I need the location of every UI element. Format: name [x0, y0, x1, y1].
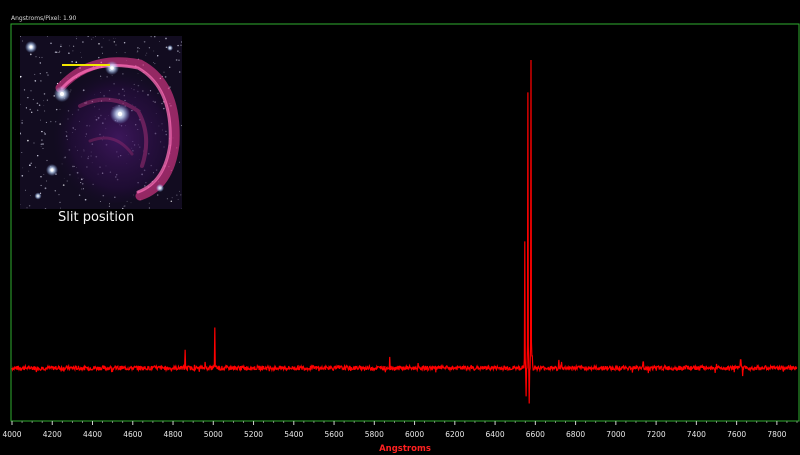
x-tick-label: 5000: [204, 430, 223, 439]
x-tick-label: 4600: [123, 430, 142, 439]
x-tick-label: 7000: [606, 430, 625, 439]
x-tick-label: 6800: [566, 430, 585, 439]
nebula-image: [20, 36, 182, 209]
x-axis: 4000 4200 4400 4600 4800 5000 5200 5400 5600 5800…: [2, 421, 798, 439]
x-tick-label: 5400: [284, 430, 303, 439]
x-axis-title: Angstroms: [379, 444, 431, 454]
x-tick-label: 6600: [526, 430, 545, 439]
x-tick-label: 6000: [405, 430, 424, 439]
x-tick-label: 7400: [687, 430, 706, 439]
x-tick-label: 7200: [647, 430, 666, 439]
x-tick-label: 5200: [244, 430, 263, 439]
x-tick-label: 6400: [486, 430, 505, 439]
x-tick-label: 4800: [163, 430, 182, 439]
inset-image-panel: [20, 36, 182, 209]
spectrum-viewer: Angstroms/Pixel: 1.90 4000 4200 4400 4600 48…: [0, 0, 800, 455]
x-tick-label: 7800: [767, 430, 786, 439]
x-tick-label: 4400: [83, 430, 102, 439]
x-tick-label: 5600: [325, 430, 344, 439]
x-tick-label: 4200: [43, 430, 62, 439]
x-tick-label: 4000: [2, 430, 21, 439]
x-tick-label: 6200: [445, 430, 464, 439]
x-tick-label: 5800: [365, 430, 384, 439]
inset-caption: Slit position: [58, 210, 135, 225]
x-tick-label: 7600: [727, 430, 746, 439]
